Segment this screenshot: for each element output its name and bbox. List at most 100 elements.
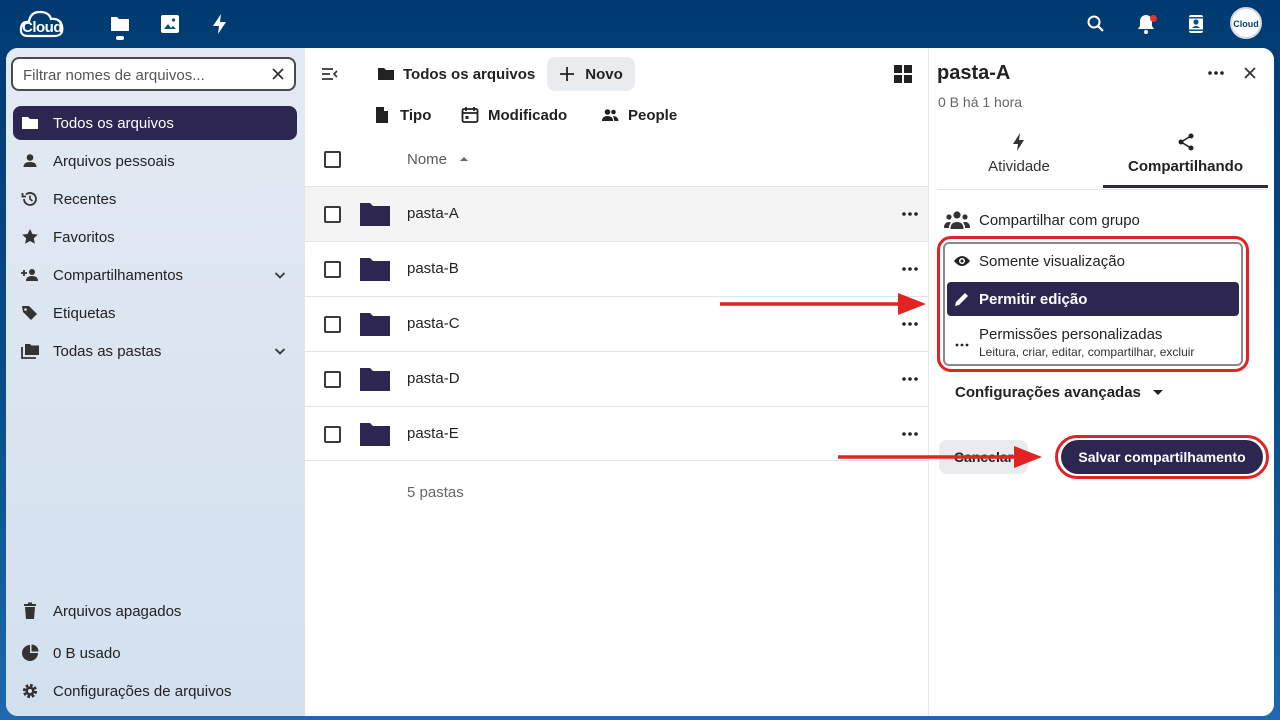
tab-divider xyxy=(937,189,1267,190)
sidebar-item-personal-files[interactable]: Arquivos pessoais xyxy=(13,144,297,178)
user-avatar[interactable]: Cloud xyxy=(1230,7,1262,39)
sidebar-item-settings[interactable]: Configurações de arquivos xyxy=(13,674,297,708)
eye-icon xyxy=(954,256,970,266)
contacts-button[interactable] xyxy=(1184,12,1208,36)
breadcrumb[interactable]: Todos os arquivos xyxy=(377,57,535,91)
more-actions-icon[interactable] xyxy=(901,425,919,443)
tab-activity[interactable]: Atividade xyxy=(969,132,1069,188)
tab-label: Atividade xyxy=(988,158,1050,175)
dots-icon xyxy=(955,343,969,347)
option-custom-permissions[interactable]: Permissões personalizadas Leitura, criar… xyxy=(947,322,1239,362)
folders-icon xyxy=(21,344,39,359)
file-count-summary: 5 pastas xyxy=(407,484,464,501)
clear-filter-icon[interactable] xyxy=(270,66,286,82)
select-all-checkbox[interactable] xyxy=(324,151,341,168)
filter-label: Modificado xyxy=(488,106,568,124)
option-view-only[interactable]: Somente visualização xyxy=(947,248,1239,274)
toggle-navigation-icon[interactable] xyxy=(321,66,339,82)
filter-label: Tipo xyxy=(400,106,432,124)
sidebar-subtitle: 0 B há 1 hora xyxy=(938,94,1023,110)
share-with-group-label: Compartilhar com grupo xyxy=(943,208,1140,232)
avatar-text: Cloud xyxy=(1233,19,1259,29)
row-checkbox[interactable] xyxy=(324,426,341,443)
chevron-down-icon[interactable] xyxy=(273,344,287,358)
close-icon[interactable] xyxy=(1241,64,1259,82)
grid-view-icon[interactable] xyxy=(893,64,913,84)
trash-icon xyxy=(24,602,36,619)
filter-input[interactable] xyxy=(23,65,263,85)
table-row[interactable]: pasta-E xyxy=(305,406,928,461)
cloud-logo[interactable]: Cloud xyxy=(18,6,66,40)
top-bar: Cloud Cloud xyxy=(0,0,1280,48)
option-allow-editing[interactable]: Permitir edição xyxy=(947,282,1239,316)
file-name[interactable]: pasta-E xyxy=(407,425,459,442)
table-row[interactable]: pasta-D xyxy=(305,351,928,406)
column-header-name[interactable]: Nome xyxy=(407,151,447,168)
plus-icon xyxy=(560,67,575,81)
option-label: Permitir edição xyxy=(979,290,1088,308)
more-actions-icon[interactable] xyxy=(901,205,919,223)
chevron-down-icon[interactable] xyxy=(273,268,287,282)
sort-ascending-icon[interactable] xyxy=(459,154,469,164)
advanced-settings-label: Configurações avançadas xyxy=(955,383,1141,401)
breadcrumb-label: Todos os arquivos xyxy=(403,65,536,83)
new-button[interactable]: Novo xyxy=(547,57,635,91)
sidebar-item-recent[interactable]: Recentes xyxy=(13,182,297,216)
sidebar-item-label: Arquivos pessoais xyxy=(53,152,175,170)
caret-down-icon xyxy=(1152,390,1163,395)
folder-icon xyxy=(360,203,390,226)
folder-icon xyxy=(360,368,390,391)
logo-text: Cloud xyxy=(22,19,63,36)
sidebar-item-label: Favoritos xyxy=(53,228,115,246)
folder-icon xyxy=(360,423,390,446)
history-icon xyxy=(21,192,37,206)
notification-badge xyxy=(1150,15,1157,22)
sidebar-item-all-files[interactable]: Todos os arquivos xyxy=(13,106,297,140)
sidebar-item-label: Todos os arquivos xyxy=(53,114,174,132)
sidebar-item-favorites[interactable]: Favoritos xyxy=(13,220,297,254)
annotation-arrow-save xyxy=(838,446,1042,468)
file-name[interactable]: pasta-C xyxy=(407,315,460,332)
permission-dropdown: Somente visualização Permitir edição Per… xyxy=(943,242,1243,366)
share-person-icon xyxy=(21,269,38,281)
activity-app-button[interactable] xyxy=(208,12,232,36)
tag-icon xyxy=(22,306,37,320)
files-app-button[interactable] xyxy=(108,12,132,36)
bolt-icon xyxy=(213,14,226,34)
sidebar-item-tags[interactable]: Etiquetas xyxy=(13,296,297,330)
file-name[interactable]: pasta-A xyxy=(407,205,459,222)
group-icon xyxy=(944,211,970,229)
row-checkbox[interactable] xyxy=(324,206,341,223)
file-name[interactable]: pasta-B xyxy=(407,260,459,277)
advanced-settings-toggle[interactable]: Configurações avançadas xyxy=(955,381,1165,403)
calendar-icon xyxy=(461,107,479,123)
file-list-area: Todos os arquivos Novo Tipo Modificado P… xyxy=(305,48,928,716)
row-checkbox[interactable] xyxy=(324,261,341,278)
photos-app-button[interactable] xyxy=(158,12,182,36)
tab-sharing[interactable]: Compartilhando xyxy=(1103,132,1268,188)
more-actions-icon[interactable] xyxy=(901,260,919,278)
filter-label: People xyxy=(628,106,678,124)
sidebar-item-label: Arquivos apagados xyxy=(53,602,182,620)
sidebar-item-shares[interactable]: Compartilhamentos xyxy=(13,258,297,292)
option-description: Leitura, criar, editar, compartilhar, ex… xyxy=(979,344,1195,359)
person-icon xyxy=(23,154,37,167)
file-name[interactable]: pasta-D xyxy=(407,370,460,387)
more-actions-icon[interactable] xyxy=(901,370,919,388)
pie-chart-icon xyxy=(22,644,39,661)
table-row[interactable]: pasta-A xyxy=(305,186,928,241)
search-button[interactable] xyxy=(1084,12,1108,36)
row-checkbox[interactable] xyxy=(324,316,341,333)
sidebar-item-all-folders[interactable]: Todas as pastas xyxy=(13,334,297,368)
save-share-button[interactable]: Salvar compartilhamento xyxy=(1061,440,1263,474)
sidebar-item-label: Compartilhamentos xyxy=(53,266,184,284)
filter-people[interactable]: People xyxy=(601,102,677,128)
row-checkbox[interactable] xyxy=(324,371,341,388)
table-row[interactable]: pasta-B xyxy=(305,241,928,296)
filter-type[interactable]: Tipo xyxy=(373,102,431,128)
folder-icon xyxy=(360,313,390,336)
sidebar-item-label: Recentes xyxy=(53,190,117,208)
sidebar-item-deleted-files[interactable]: Arquivos apagados xyxy=(13,594,297,628)
more-actions-icon[interactable] xyxy=(1207,64,1225,82)
filter-modified[interactable]: Modificado xyxy=(461,102,567,128)
